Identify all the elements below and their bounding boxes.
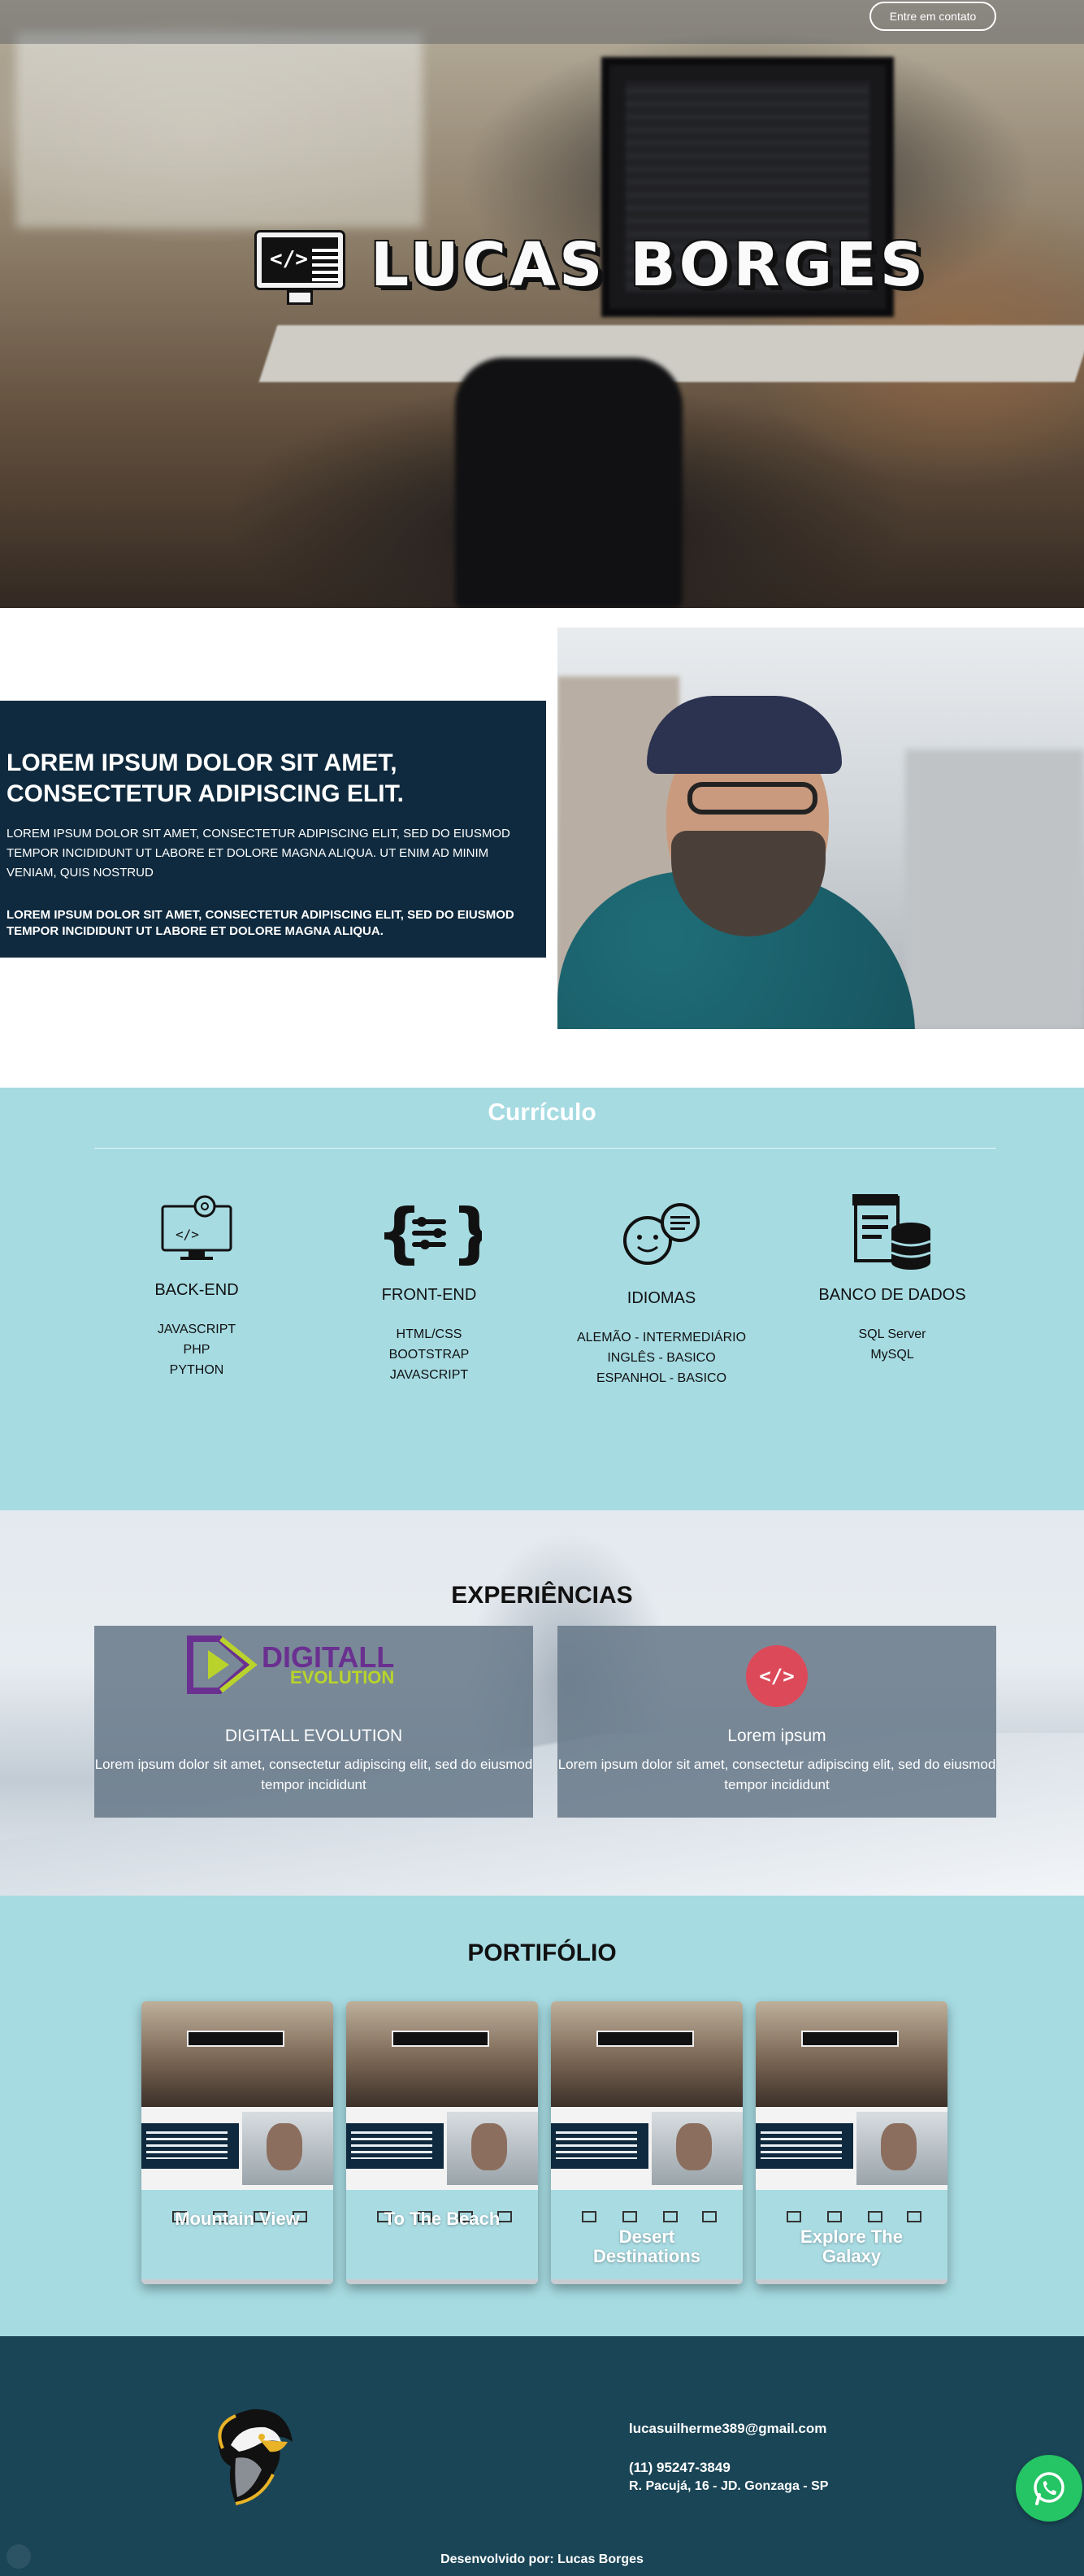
skill-item: MySQL bbox=[870, 1348, 914, 1362]
section-title: EXPERIÊNCIAS bbox=[451, 1582, 633, 1609]
about-paragraph: LOREM IPSUM DOLOR SIT AMET, CONSECTETUR … bbox=[7, 827, 510, 880]
portfolio-card[interactable]: Desert Destinations bbox=[551, 2001, 743, 2284]
about-title: LOREM IPSUM DOLOR SIT AMET, CONSECTETUR … bbox=[7, 749, 404, 807]
skill-title: BACK-END bbox=[154, 1281, 239, 1299]
svg-text:}: } bbox=[451, 1198, 482, 1268]
experience-card: </> Lorem ipsum Lorem ipsum dolor sit am… bbox=[557, 1626, 996, 1818]
experience-title: Lorem ipsum bbox=[727, 1727, 826, 1745]
skill-item: JAVASCRIPT bbox=[157, 1323, 236, 1336]
skill-item: INGLÊS - BASICO bbox=[607, 1351, 716, 1365]
whatsapp-button[interactable] bbox=[1016, 2455, 1082, 2522]
portfolio-card-label: To The Beach bbox=[384, 2209, 501, 2229]
experience-description: Lorem ipsum dolor sit amet, consectetur … bbox=[557, 1757, 996, 1792]
section-title: Currículo bbox=[488, 1099, 596, 1126]
skill-title: FRONT-END bbox=[381, 1286, 477, 1304]
scroll-indicator bbox=[7, 2544, 31, 2569]
skill-item: ESPANHOL - BASICO bbox=[596, 1371, 727, 1385]
skill-list: ALEMÃO - INTERMEDIÁRIO INGLÊS - BASICO E… bbox=[540, 1327, 783, 1388]
hero-overlay bbox=[0, 0, 1084, 608]
top-navbar: Entre em contato bbox=[0, 0, 1084, 44]
computer-gear-icon: </> bbox=[75, 1184, 319, 1273]
code-braces-icon: {} bbox=[307, 1188, 551, 1278]
skill-item: BOOTSTRAP bbox=[388, 1348, 470, 1362]
skill-frontend: {} FRONT-END HTML/CSS BOOTSTRAP JAVASCRI… bbox=[307, 1188, 551, 1385]
logo-code-glyph: </> bbox=[270, 247, 308, 272]
footer-email[interactable]: lucasuilherme389@gmail.com bbox=[629, 2421, 826, 2437]
database-icon bbox=[770, 1188, 1014, 1278]
whatsapp-icon bbox=[1034, 2472, 1064, 2505]
skill-item: ALEMÃO - INTERMEDIÁRIO bbox=[576, 1331, 747, 1344]
portfolio-card[interactable]: Mountain View bbox=[141, 2001, 333, 2284]
section-title: PORTIFÓLIO bbox=[467, 1940, 617, 1966]
skill-idiomas: IDIOMAS ALEMÃO - INTERMEDIÁRIO INGLÊS - … bbox=[540, 1192, 783, 1388]
contact-button[interactable]: Entre em contato bbox=[869, 2, 996, 31]
skill-item: PYTHON bbox=[169, 1363, 224, 1377]
profile-photo bbox=[557, 628, 1084, 1029]
footer-credits: Desenvolvido por: Lucas Borges bbox=[440, 2552, 644, 2566]
experience-description: Lorem ipsum dolor sit amet, consectetur … bbox=[94, 1757, 533, 1792]
digitall-play-icon bbox=[184, 1634, 262, 1696]
about-text-box: LOREM IPSUM DOLOR SIT AMET, CONSECTETUR … bbox=[0, 701, 546, 958]
skill-item: PHP bbox=[183, 1343, 210, 1357]
digitall-evolution-logo: DIGITALL EVOLUTION bbox=[184, 1634, 394, 1696]
eagle-logo-icon bbox=[203, 2401, 301, 2509]
skill-item: JAVASCRIPT bbox=[389, 1368, 469, 1382]
experiencias-section: EXPERIÊNCIAS DIGITALL EVOLUTION DIGITALL… bbox=[0, 1510, 1084, 1896]
svg-text:</>: </> bbox=[176, 1227, 199, 1242]
experience-title: DIGITALL EVOLUTION bbox=[224, 1727, 403, 1745]
portfolio-card[interactable]: Explore The Galaxy bbox=[756, 2001, 947, 2284]
monitor-code-icon: </> bbox=[252, 228, 348, 302]
code-icon: </> bbox=[746, 1645, 808, 1707]
curriculo-section: Currículo </> BACK-END JAVASCRIPT PHP PY… bbox=[0, 1088, 1084, 1510]
experience-card: DIGITALL EVOLUTION DIGITALL EVOLUTION Lo… bbox=[94, 1626, 533, 1818]
divider bbox=[94, 1148, 996, 1149]
skill-title: BANCO DE DADOS bbox=[818, 1286, 966, 1304]
footer-phone: (11) 95247-3849 bbox=[629, 2460, 731, 2475]
portfolio-section: PORTIFÓLIO Mountain View To The Beach De… bbox=[0, 1896, 1084, 2336]
portfolio-card[interactable]: To The Beach bbox=[346, 2001, 538, 2284]
about-paragraph-bold: LOREM IPSUM DOLOR SIT AMET, CONSECTETUR … bbox=[7, 908, 514, 938]
hero-banner: Entre em contato </> LUCAS BORGES bbox=[0, 0, 1084, 608]
footer: lucasuilherme389@gmail.com (11) 95247-38… bbox=[0, 2336, 1084, 2576]
portfolio-card-label: Mountain View bbox=[175, 2209, 300, 2229]
skill-backend: </> BACK-END JAVASCRIPT PHP PYTHON bbox=[75, 1184, 319, 1380]
speech-bubbles-icon bbox=[540, 1192, 783, 1281]
skill-banco-de-dados: BANCO DE DADOS SQL Server MySQL bbox=[770, 1188, 1014, 1365]
skill-list: HTML/CSS BOOTSTRAP JAVASCRIPT bbox=[307, 1324, 551, 1385]
logo-text: LUCAS BORGES bbox=[371, 230, 927, 300]
portfolio-card-label: Explore The Galaxy bbox=[800, 2226, 903, 2266]
skill-item: HTML/CSS bbox=[396, 1327, 462, 1341]
skill-list: SQL Server MySQL bbox=[770, 1324, 1014, 1365]
portfolio-card-label: Desert Destinations bbox=[592, 2226, 701, 2266]
skill-title: IDIOMAS bbox=[627, 1289, 696, 1307]
footer-address: R. Pacujá, 16 - JD. Gonzaga - SP bbox=[629, 2479, 829, 2493]
skill-list: JAVASCRIPT PHP PYTHON bbox=[75, 1319, 319, 1380]
skill-item: SQL Server bbox=[858, 1327, 926, 1341]
site-logo: </> LUCAS BORGES bbox=[252, 228, 926, 302]
